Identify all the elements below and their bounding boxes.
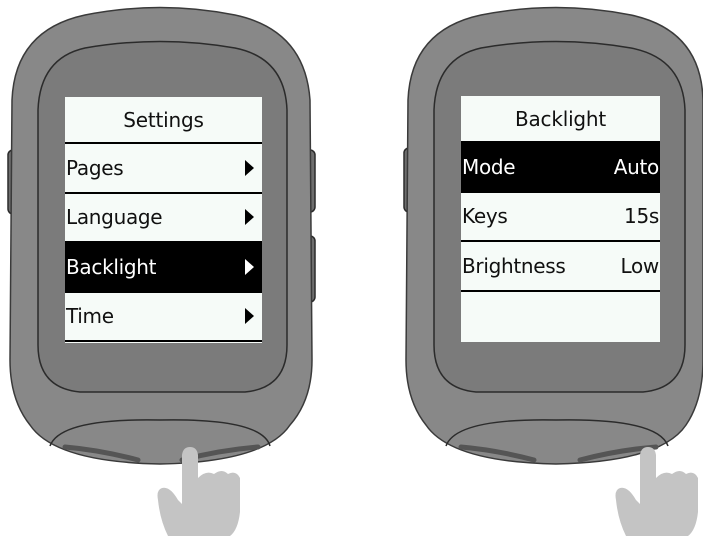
setting-label: Keys — [462, 204, 508, 229]
screen-title: Settings — [65, 97, 262, 144]
menu-item-backlight[interactable]: Backlight — [65, 243, 262, 293]
menu-item-label: Pages — [66, 155, 124, 180]
right-device-screen: Backlight Mode Auto Keys 15s Brightness … — [461, 96, 660, 342]
menu-item-pages[interactable]: Pages — [65, 144, 262, 194]
menu-item-label: Language — [66, 205, 163, 230]
setting-value: 15s — [624, 204, 659, 229]
triangle-right-icon — [245, 159, 254, 176]
setting-row-keys[interactable]: Keys 15s — [461, 193, 660, 242]
left-device-screen: Settings Pages Language Backlight Time — [65, 97, 262, 343]
triangle-right-icon — [245, 308, 254, 325]
setting-label: Mode — [462, 154, 516, 179]
triangle-right-icon — [245, 258, 254, 275]
menu-item-label: Time — [66, 304, 114, 329]
setting-value: Low — [620, 253, 660, 278]
screen-title: Backlight — [461, 96, 660, 143]
setting-value: Auto — [613, 154, 660, 179]
setting-row-brightness[interactable]: Brightness Low — [461, 242, 660, 292]
menu-item-label: Backlight — [66, 254, 157, 279]
menu-item-language[interactable]: Language — [65, 194, 262, 243]
pointing-hand-icon — [615, 447, 698, 536]
menu-item-time[interactable]: Time — [65, 293, 262, 342]
triangle-right-icon — [245, 209, 254, 226]
setting-label: Brightness — [462, 253, 566, 278]
setting-row-mode[interactable]: Mode Auto — [461, 143, 660, 193]
